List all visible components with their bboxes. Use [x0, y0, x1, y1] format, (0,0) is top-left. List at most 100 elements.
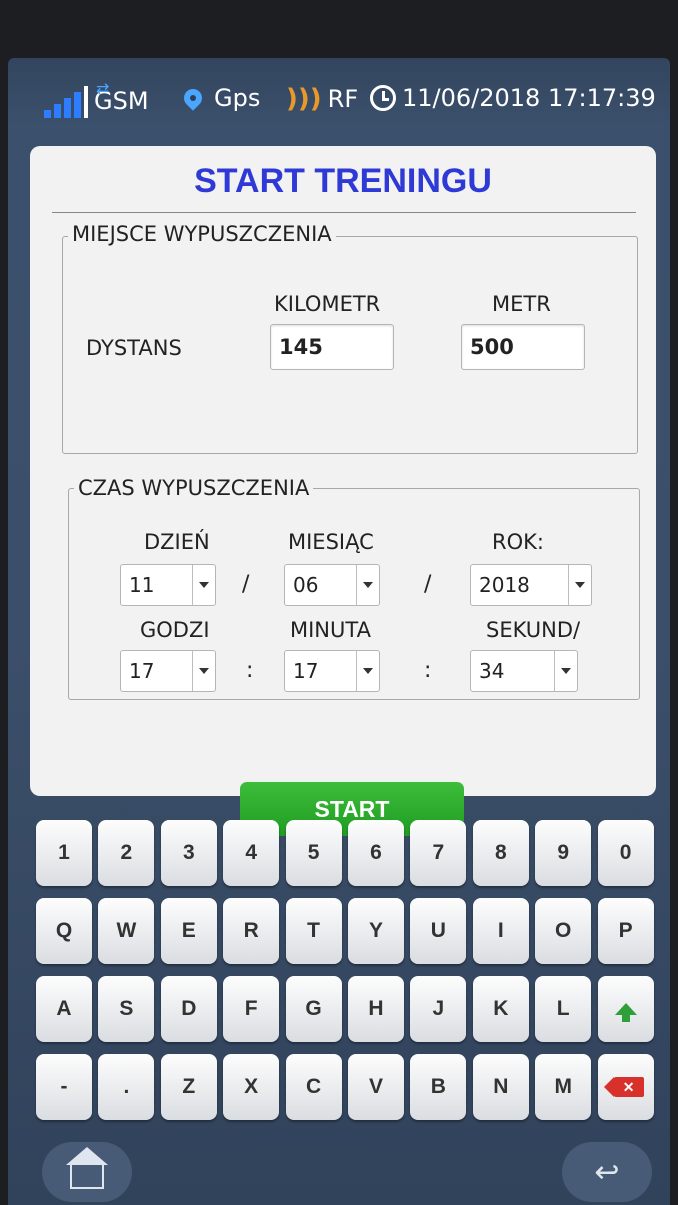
key-period[interactable]: .	[98, 1054, 155, 1120]
gps-indicator: Gps	[180, 84, 261, 112]
key-4[interactable]: 4	[223, 820, 280, 886]
date-separator: /	[242, 572, 250, 597]
key-t[interactable]: T	[285, 898, 342, 964]
release-time-legend: CZAS WYPUSZCZENIA	[74, 476, 314, 500]
clock-icon	[370, 85, 396, 111]
day-select[interactable]: 11	[120, 564, 216, 606]
key-y[interactable]: Y	[348, 898, 404, 964]
chevron-down-icon[interactable]	[192, 565, 215, 605]
rf-indicator: ))) RF	[286, 84, 358, 114]
backspace-key[interactable]: ✕	[597, 1054, 654, 1120]
year-select[interactable]: 2018	[470, 564, 592, 606]
shift-arrow-icon	[614, 1003, 637, 1022]
minute-value: 17	[293, 659, 319, 683]
meter-input[interactable]: 500	[461, 324, 585, 370]
kilometer-label: KILOMETR	[274, 292, 381, 316]
data-arrows-icon: ⇄	[96, 79, 109, 98]
datetime-indicator: 11/06/2018 17:17:39	[370, 84, 656, 112]
datetime-label: 11/06/2018 17:17:39	[402, 84, 656, 112]
key-s[interactable]: S	[98, 976, 155, 1042]
on-screen-keyboard: 1 2 3 4 5 6 7 8 9 0 Q W E R T Y U I O P A S D F G H J K L -. Z X C V B N M ✕	[8, 810, 670, 1130]
minute-select[interactable]: 17	[284, 650, 380, 692]
backspace-icon: ✕	[603, 1077, 644, 1097]
key-v[interactable]: V	[348, 1054, 404, 1120]
meter-label: METR	[492, 292, 551, 316]
year-label: ROK:	[492, 530, 544, 554]
key-n[interactable]: N	[472, 1054, 529, 1120]
key-k[interactable]: K	[472, 976, 529, 1042]
second-label: SEKUND/	[486, 618, 581, 642]
key-j[interactable]: J	[410, 976, 467, 1042]
hour-value: 17	[129, 659, 155, 683]
back-button[interactable]: ↩	[562, 1142, 652, 1202]
home-button[interactable]	[42, 1142, 132, 1202]
key-o[interactable]: O	[535, 898, 592, 964]
hour-label: GODZI	[140, 618, 210, 642]
key-3[interactable]: 3	[160, 820, 217, 886]
day-label: DZIEŃ	[144, 530, 210, 554]
title-divider	[52, 212, 636, 213]
key-dash[interactable]: -	[36, 1054, 92, 1120]
shift-key[interactable]	[597, 976, 654, 1042]
key-1[interactable]: 1	[36, 820, 92, 886]
dialog-title: START TRENINGU	[194, 162, 492, 200]
key-c[interactable]: C	[285, 1054, 342, 1120]
distance-label: DYSTANS	[86, 336, 182, 360]
key-2[interactable]: 2	[98, 820, 155, 886]
key-l[interactable]: L	[535, 976, 592, 1042]
key-q[interactable]: Q	[36, 898, 92, 964]
hour-select[interactable]: 17	[120, 650, 216, 692]
key-g[interactable]: G	[285, 976, 342, 1042]
rf-label: RF	[327, 85, 359, 113]
date-separator: /	[424, 572, 432, 597]
key-w[interactable]: W	[98, 898, 155, 964]
second-select[interactable]: 34	[470, 650, 578, 692]
chevron-down-icon[interactable]	[554, 651, 577, 691]
month-select[interactable]: 06	[284, 564, 380, 606]
key-m[interactable]: M	[535, 1054, 592, 1120]
key-8[interactable]: 8	[472, 820, 529, 886]
release-place-legend: MIEJSCE WYPUSZCZENIA	[68, 222, 336, 246]
back-arrow-icon: ↩	[594, 1154, 620, 1190]
key-7[interactable]: 7	[410, 820, 467, 886]
chevron-down-icon[interactable]	[192, 651, 215, 691]
gsm-indicator: ⇄ GSM	[44, 79, 149, 118]
rf-signal-icon: )))	[286, 84, 322, 114]
second-value: 34	[479, 659, 505, 683]
time-separator: :	[424, 658, 432, 683]
key-d[interactable]: D	[160, 976, 217, 1042]
key-r[interactable]: R	[223, 898, 280, 964]
key-a[interactable]: A	[36, 976, 92, 1042]
key-5[interactable]: 5	[285, 820, 342, 886]
chevron-down-icon[interactable]	[568, 565, 591, 605]
key-b[interactable]: B	[410, 1054, 467, 1120]
key-u[interactable]: U	[410, 898, 467, 964]
year-value: 2018	[479, 573, 530, 597]
key-z[interactable]: Z	[160, 1054, 217, 1120]
day-value: 11	[129, 573, 155, 597]
chevron-down-icon[interactable]	[356, 565, 379, 605]
status-bar: ⇄ GSM Gps ))) RF 11/06/2018 17:17:39	[8, 58, 670, 148]
key-h[interactable]: H	[348, 976, 404, 1042]
key-e[interactable]: E	[160, 898, 217, 964]
month-label: MIESIĄC	[288, 530, 374, 554]
home-icon	[66, 1147, 108, 1189]
start-training-dialog: START TRENINGU MIEJSCE WYPUSZCZENIA KILO…	[30, 146, 656, 836]
device-screen: ⇄ GSM Gps ))) RF 11/06/2018 17:17:39 STA…	[8, 58, 670, 1205]
chevron-down-icon[interactable]	[356, 651, 379, 691]
key-f[interactable]: F	[223, 976, 280, 1042]
key-p[interactable]: P	[597, 898, 654, 964]
kilometer-input[interactable]: 145	[270, 324, 394, 370]
gps-label: Gps	[214, 84, 261, 112]
key-0[interactable]: 0	[597, 820, 654, 886]
key-6[interactable]: 6	[348, 820, 404, 886]
month-value: 06	[293, 573, 319, 597]
time-separator: :	[246, 658, 254, 683]
location-pin-icon	[180, 85, 206, 111]
key-x[interactable]: X	[223, 1054, 280, 1120]
navigation-bar: ↩	[8, 1138, 670, 1205]
key-i[interactable]: I	[472, 898, 529, 964]
key-9[interactable]: 9	[535, 820, 592, 886]
minute-label: MINUTA	[290, 618, 371, 642]
signal-strength-icon	[44, 84, 88, 118]
